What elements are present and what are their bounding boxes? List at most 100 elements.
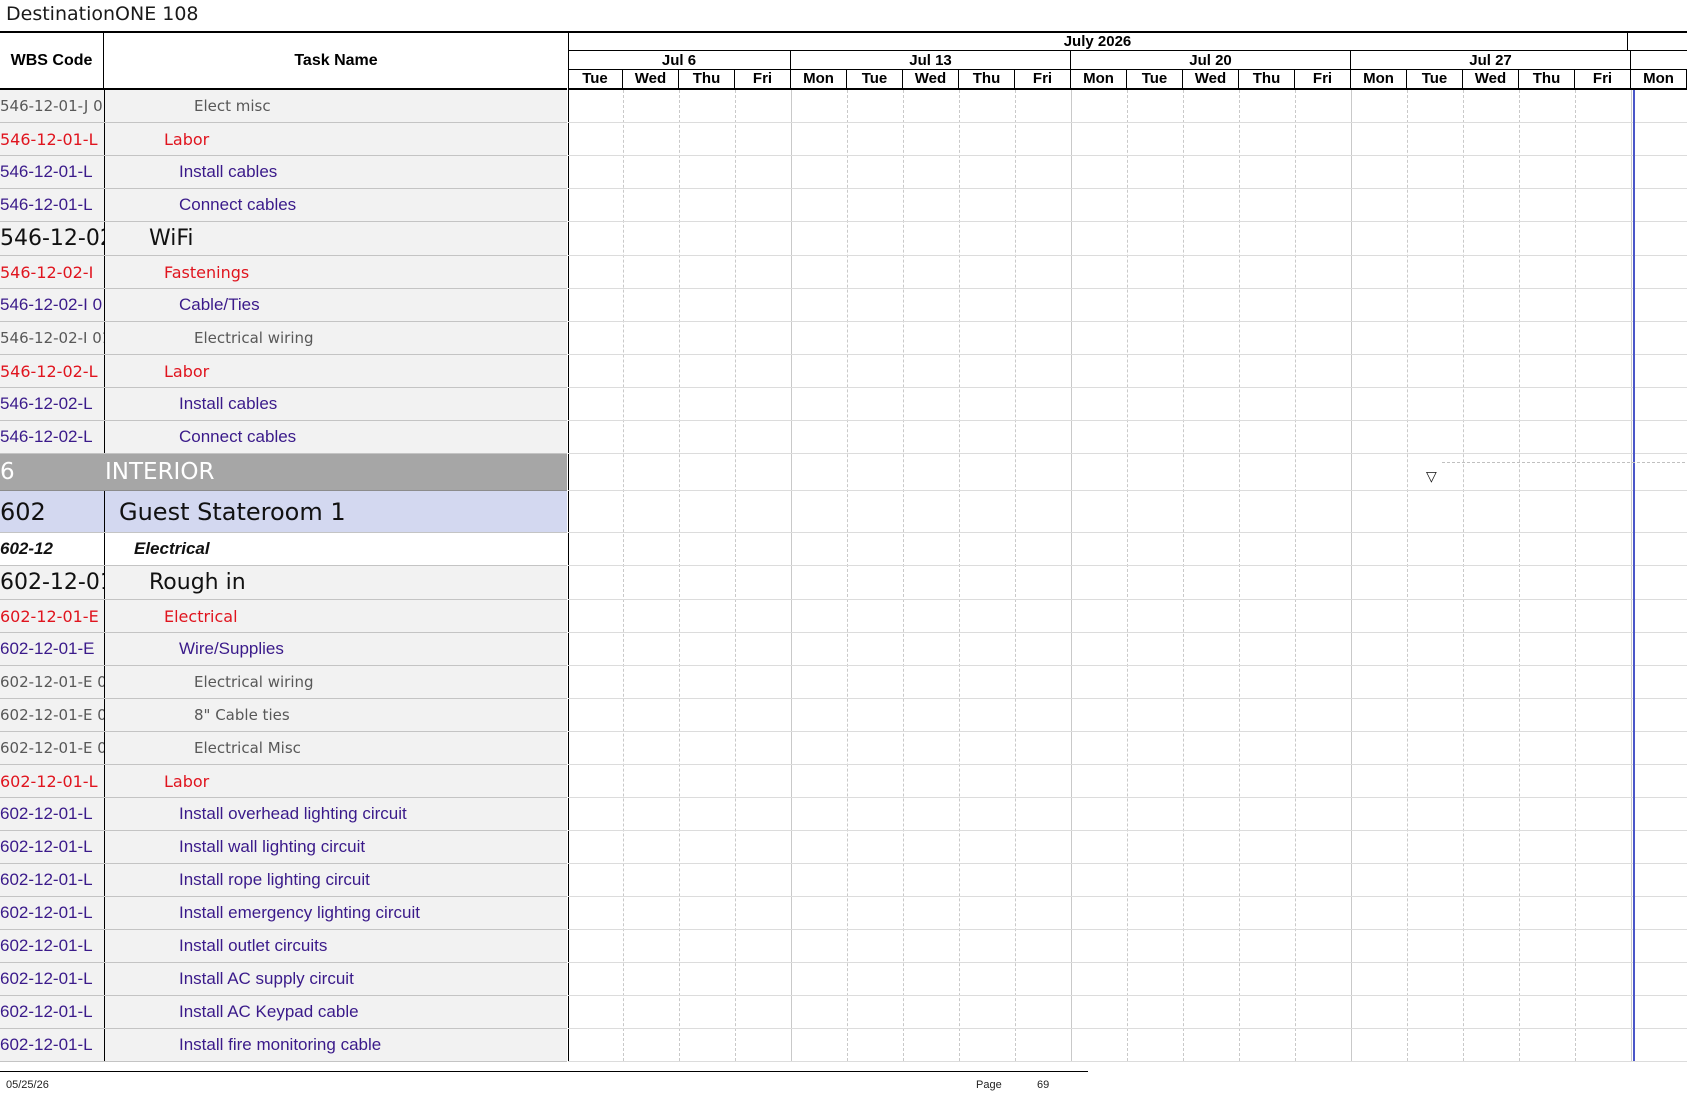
wbs-code-cell: 602	[0, 491, 105, 532]
table-row[interactable]: 546-12-02-L Install cables	[0, 388, 567, 421]
milestone-link-line	[1442, 462, 1685, 463]
timeline-row-line	[568, 830, 1687, 831]
task-name-cell: Install fire monitoring cable	[179, 1035, 382, 1054]
task-name-cell: Elect misc	[194, 97, 271, 115]
wbs-code-cell: 546-12-01-L	[0, 189, 105, 221]
timeline-week-header: Jul 20	[1071, 51, 1351, 70]
task-name-cell: Install wall lighting circuit	[179, 837, 366, 856]
wbs-code-cell: 602-12-01-E	[0, 633, 105, 665]
task-name-cell: Labor	[164, 361, 210, 381]
table-row[interactable]: 546-12-02-L Labor	[0, 355, 567, 388]
timeline-day-header: Mon	[791, 70, 847, 88]
timeline-gridline	[1519, 90, 1520, 1061]
timeline-day-header: Fri	[1015, 70, 1071, 88]
table-row[interactable]: 602-12-01-E 0 Electrical wiring	[0, 666, 567, 699]
timeline-month-header: July 2026	[568, 33, 1628, 51]
column-header-task-name[interactable]: Task Name	[105, 33, 567, 88]
timeline-day-header: Fri	[1575, 70, 1631, 88]
table-row[interactable]: 546-12-02-L Connect cables	[0, 421, 567, 454]
timeline-row-line	[568, 387, 1687, 388]
timeline-row-line	[568, 863, 1687, 864]
task-name-cell: 8" Cable ties	[194, 706, 290, 724]
timeline-day-header: Tue	[847, 70, 903, 88]
timeline-gridline	[959, 90, 960, 1061]
timeline-row-line	[568, 122, 1687, 123]
timeline-gridline	[1183, 90, 1184, 1061]
table-row[interactable]: 602-12-01-L Labor	[0, 765, 567, 798]
timeline-row-line	[568, 420, 1687, 421]
table-row[interactable]: 602-12-01-L Install emergency lighting ci…	[0, 897, 567, 930]
timeline-gridline	[1631, 90, 1632, 1061]
timeline-gridline	[791, 90, 792, 1061]
wbs-code-cell: 6	[0, 459, 15, 485]
timeline-row-line	[568, 632, 1687, 633]
table-row[interactable]: 602-12-01-E 0 8" Cable ties	[0, 699, 567, 732]
task-name-cell: Install cables	[179, 394, 278, 413]
task-name-cell: Electrical wiring	[194, 673, 314, 691]
timeline-day-header: Tue	[568, 70, 623, 88]
wbs-code-cell: 546-12-02-L	[0, 421, 105, 453]
table-row[interactable]: 602-12-01-E Wire/Supplies	[0, 633, 567, 666]
table-row[interactable]: 602-12 Electrical	[0, 533, 567, 566]
table-row[interactable]: 6 INTERIOR	[0, 454, 567, 491]
table-row[interactable]: 602-12-01-E Electrical	[0, 600, 567, 633]
timeline-row-line	[568, 797, 1687, 798]
task-name-cell: Electrical wiring	[194, 329, 314, 347]
task-name-cell: Install overhead lighting circuit	[179, 804, 407, 823]
task-name-cell: Connect cables	[179, 195, 297, 214]
timeline-gridline	[847, 90, 848, 1061]
wbs-code-cell: 602-12-01-L	[0, 864, 105, 896]
timeline-day-header: Thu	[679, 70, 735, 88]
timeline-row-line	[568, 962, 1687, 963]
task-name-cell: Guest Stateroom 1	[119, 497, 346, 526]
wbs-code-cell: 602-12-01-L	[0, 963, 105, 995]
timeline-day-header: Tue	[1127, 70, 1183, 88]
table-row[interactable]: 546-12-01-L Connect cables	[0, 189, 567, 222]
table-row[interactable]: 546-12-02-I 01 Electrical wiring	[0, 322, 567, 355]
wbs-code-cell: 602-12-01-L	[0, 765, 105, 797]
timeline-day-header: Wed	[1463, 70, 1519, 88]
column-header-wbs[interactable]: WBS Code	[0, 33, 104, 88]
timeline-row-line	[568, 354, 1687, 355]
wbs-code-cell: 602-12-01-E 0	[0, 666, 105, 698]
timeline-row-line	[568, 490, 1687, 491]
table-row[interactable]: 546-12-02-I 0 Cable/Ties	[0, 289, 567, 322]
timeline-gridline	[1407, 90, 1408, 1061]
table-row[interactable]: 602-12-01-L Install fire monitoring cable	[0, 1029, 567, 1062]
timeline-day-header: Thu	[1519, 70, 1575, 88]
table-row[interactable]: 546-12-01-L Install cables	[0, 156, 567, 189]
timeline-day-header: Fri	[735, 70, 791, 88]
table-row[interactable]: 602-12-01-L Install wall lighting circuit	[0, 831, 567, 864]
table-row[interactable]: 602-12-01-L Install outlet circuits	[0, 930, 567, 963]
timeline-row-line	[568, 731, 1687, 732]
table-row[interactable]: 546-12-01-L Labor	[0, 123, 567, 156]
table-row[interactable]: 546-12-02 WiFi	[0, 222, 567, 256]
timeline-row-line	[568, 1061, 1687, 1062]
task-name-cell: Electrical	[134, 539, 210, 558]
timeline-row-line	[568, 321, 1687, 322]
table-row[interactable]: 602-12-01-L Install overhead lighting cir…	[0, 798, 567, 831]
wbs-code-cell: 602-12-01-L	[0, 831, 105, 863]
timeline-day-header: Fri	[1295, 70, 1351, 88]
table-row[interactable]: 546-12-02-I Fastenings	[0, 256, 567, 289]
table-row[interactable]: 602-12-01-L Install AC Keypad cable	[0, 996, 567, 1029]
timeline-week-header: Jul 6	[568, 51, 791, 70]
footer-page-number: 69	[1037, 1079, 1050, 1091]
timeline-gridline	[1015, 90, 1016, 1061]
footer-page-label: Page	[976, 1079, 1002, 1091]
wbs-code-cell: 602-12-01-L	[0, 930, 105, 962]
task-name-cell: WiFi	[149, 226, 194, 251]
table-row[interactable]: 546-12-01-J 01 Elect misc	[0, 90, 567, 123]
task-name-cell: Install AC Keypad cable	[179, 1002, 359, 1021]
timeline-day-header: Wed	[903, 70, 959, 88]
timeline-row-line	[568, 665, 1687, 666]
triangle-down-icon[interactable]: ▽	[1426, 469, 1437, 483]
task-name-cell: Rough in	[149, 570, 246, 595]
timeline-day-header: Mon	[1071, 70, 1127, 88]
table-row[interactable]: 602-12-01-L Install AC supply circuit	[0, 963, 567, 996]
table-row[interactable]: 602-12-01-E 0 Electrical Misc	[0, 732, 567, 765]
table-row[interactable]: 602-12-01 Rough in	[0, 566, 567, 600]
table-row[interactable]: 602-12-01-L Install rope lighting circuit	[0, 864, 567, 897]
wbs-code-cell: 602-12-01-E 0	[0, 732, 105, 764]
table-row[interactable]: 602 Guest Stateroom 1	[0, 491, 567, 533]
